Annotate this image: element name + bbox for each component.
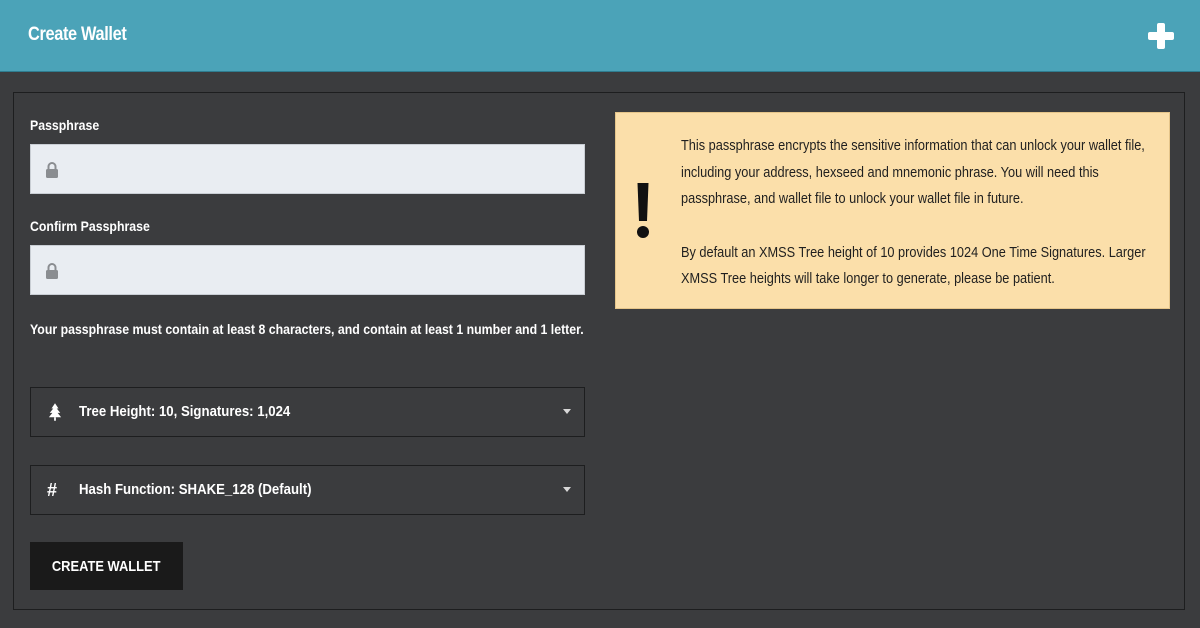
passphrase-field-wrap [30,144,585,195]
passphrase-input[interactable] [71,145,575,195]
lock-icon [46,162,58,178]
create-wallet-button-label: CREATE WALLET [52,557,161,575]
confirm-passphrase-input[interactable] [71,246,575,296]
chevron-down-icon [563,487,571,492]
page-header: Create Wallet [0,0,1200,72]
hash-icon: # [47,480,58,500]
tree-icon [48,403,62,421]
hash-function-select[interactable]: # Hash Function: SHAKE_128 (Default) [30,465,585,515]
info-text: This passphrase encrypts the sensitive i… [681,133,1156,293]
chevron-down-icon [563,409,571,414]
info-paragraph-xmss: By default an XMSS Tree height of 10 pro… [681,244,1146,288]
confirm-passphrase-field-wrap [30,245,585,296]
tree-height-value: Tree Height: 10, Signatures: 1,024 [79,403,291,420]
tree-height-select[interactable]: Tree Height: 10, Signatures: 1,024 [30,387,585,437]
info-paragraph-passphrase: This passphrase encrypts the sensitive i… [681,138,1145,207]
confirm-passphrase-label: Confirm Passphrase [30,218,150,234]
info-message-box: This passphrase encrypts the sensitive i… [615,112,1170,309]
passphrase-label: Passphrase [30,117,100,133]
lock-icon [46,263,58,279]
page-title: Create Wallet [28,24,127,45]
create-wallet-button[interactable]: CREATE WALLET [30,542,183,590]
passphrase-requirements-hint: Your passphrase must contain at least 8 … [30,321,584,337]
exclamation-icon [637,183,649,238]
hash-function-value: Hash Function: SHAKE_128 (Default) [79,481,312,498]
plus-icon[interactable] [1147,22,1175,50]
